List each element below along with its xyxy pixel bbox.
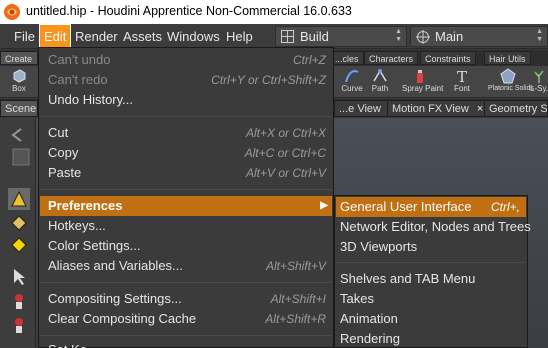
desktop-grid-icon bbox=[281, 30, 294, 43]
path-icon bbox=[373, 69, 387, 82]
shelf-tab-particles[interactable]: ...cles bbox=[330, 51, 364, 65]
spray-paint-icon bbox=[417, 70, 423, 83]
select-tool-icon[interactable] bbox=[8, 188, 30, 210]
menu-separator bbox=[40, 116, 332, 117]
pose-tool-icon[interactable] bbox=[8, 290, 30, 312]
font-tool[interactable]: T Font bbox=[444, 67, 480, 97]
tab-motion-fx-view[interactable]: Motion FX View × bbox=[387, 100, 489, 117]
box-icon bbox=[13, 69, 26, 83]
submenu-item-rendering[interactable]: Rendering bbox=[336, 329, 526, 348]
viewport-label: Main bbox=[435, 29, 464, 44]
box-tool[interactable]: Box bbox=[4, 67, 34, 97]
menu-separator bbox=[336, 262, 526, 263]
submenu-item-takes[interactable]: Takes bbox=[336, 289, 526, 309]
menu-render[interactable]: Render bbox=[71, 24, 122, 49]
shelf-tab-constraints[interactable]: Constraints bbox=[420, 51, 476, 65]
window-title: untitled.hip - Houdini Apprentice Non-Co… bbox=[26, 4, 352, 18]
preferences-submenu: General User Interface Ctrl+, Network Edi… bbox=[334, 195, 531, 348]
target-icon bbox=[416, 30, 430, 44]
submenu-item-general-ui[interactable]: General User Interface Ctrl+, bbox=[336, 197, 526, 217]
l-system-tool[interactable]: L-Sy... bbox=[530, 67, 548, 97]
combo-arrows-icon: ▲ ▼ bbox=[536, 28, 543, 43]
pointer-icon[interactable] bbox=[8, 266, 30, 288]
menu-item-redo: Can't redo Ctrl+Y or Ctrl+Shift+Z bbox=[48, 72, 326, 87]
svg-text:T: T bbox=[457, 68, 467, 84]
combo-arrows-icon: ▲ ▼ bbox=[395, 28, 402, 43]
menu-item-clear-compositing-cache[interactable]: Clear Compositing Cache Alt+Shift+R bbox=[40, 309, 332, 329]
houdini-logo-icon bbox=[4, 4, 20, 20]
tab-scene[interactable]: Scene bbox=[0, 100, 38, 117]
menu-bar: File Edit Render Assets Windows Help Bui… bbox=[0, 24, 548, 49]
menu-windows[interactable]: Windows bbox=[163, 24, 224, 49]
tab-geometry-spreadsheet[interactable]: Geometry Spr... bbox=[484, 100, 548, 117]
magnet-tool-icon[interactable] bbox=[8, 314, 30, 336]
path-tool[interactable]: Path bbox=[362, 67, 398, 97]
platonic-solids-tool[interactable]: Platonic Solids bbox=[488, 67, 534, 97]
menu-item-undo-history[interactable]: Undo History... bbox=[40, 90, 332, 110]
spray-paint-tool[interactable]: Spray Paint bbox=[402, 67, 443, 97]
menu-item-aliases-variables[interactable]: Aliases and Variables... Alt+Shift+V bbox=[40, 256, 332, 276]
menu-item-compositing-settings[interactable]: Compositing Settings... Alt+Shift+I bbox=[40, 289, 332, 309]
desktop-select[interactable]: Build ▲ ▼ bbox=[275, 26, 407, 47]
left-toolbar bbox=[0, 118, 36, 348]
menu-file[interactable]: File bbox=[10, 24, 39, 49]
menu-separator bbox=[40, 282, 332, 283]
menu-item-hotkeys[interactable]: Hotkeys... bbox=[40, 216, 332, 236]
desktop-label: Build bbox=[300, 29, 329, 44]
menu-item-undo: Can't undo Ctrl+Z bbox=[48, 52, 326, 67]
curve-icon bbox=[345, 70, 359, 83]
submenu-item-network-editor[interactable]: Network Editor, Nodes and Trees bbox=[336, 217, 531, 237]
close-icon[interactable]: × bbox=[477, 103, 483, 115]
menu-item-paste[interactable]: Paste Alt+V or Ctrl+V bbox=[40, 163, 332, 183]
shelf-tab-create[interactable]: Create bbox=[0, 51, 38, 65]
view-tool-icon[interactable] bbox=[10, 146, 32, 168]
transform-tool-icon[interactable] bbox=[8, 212, 30, 234]
shelf-tab-characters[interactable]: Characters bbox=[364, 51, 419, 65]
submenu-item-animation[interactable]: Animation bbox=[336, 309, 526, 329]
l-system-icon bbox=[534, 70, 544, 83]
shelf-tab-hair-utils[interactable]: Hair Utils bbox=[484, 51, 531, 65]
font-icon: T bbox=[457, 68, 467, 84]
menu-help[interactable]: Help bbox=[222, 24, 257, 49]
back-arrow-icon[interactable] bbox=[6, 124, 28, 146]
edit-menu: Can't undo Ctrl+Z Can't redo Ctrl+Y or Ctr… bbox=[38, 47, 334, 348]
submenu-item-3d-viewports[interactable]: 3D Viewports bbox=[336, 237, 526, 257]
menu-item-preferences[interactable]: Preferences ▶ bbox=[40, 196, 332, 216]
menu-item-set-keyframe[interactable]: Set Ke... bbox=[40, 340, 332, 348]
menu-assets[interactable]: Assets bbox=[119, 24, 166, 49]
menu-edit[interactable]: Edit bbox=[39, 24, 72, 49]
submenu-arrow-icon: ▶ bbox=[320, 200, 328, 211]
viewport-select[interactable]: Main ▲ ▼ bbox=[410, 26, 548, 47]
platonic-solids-icon bbox=[500, 68, 516, 84]
menu-separator bbox=[40, 189, 332, 190]
submenu-item-shelves-tab-menu[interactable]: Shelves and TAB Menu bbox=[336, 269, 526, 289]
menu-item-color-settings[interactable]: Color Settings... bbox=[40, 236, 332, 256]
title-bar: untitled.hip - Houdini Apprentice Non-Co… bbox=[0, 0, 548, 24]
handle-tool-icon[interactable] bbox=[8, 234, 30, 256]
menu-item-cut[interactable]: Cut Alt+X or Ctrl+X bbox=[40, 123, 332, 143]
menu-separator bbox=[40, 335, 332, 336]
menu-item-copy[interactable]: Copy Alt+C or Ctrl+C bbox=[40, 143, 332, 163]
